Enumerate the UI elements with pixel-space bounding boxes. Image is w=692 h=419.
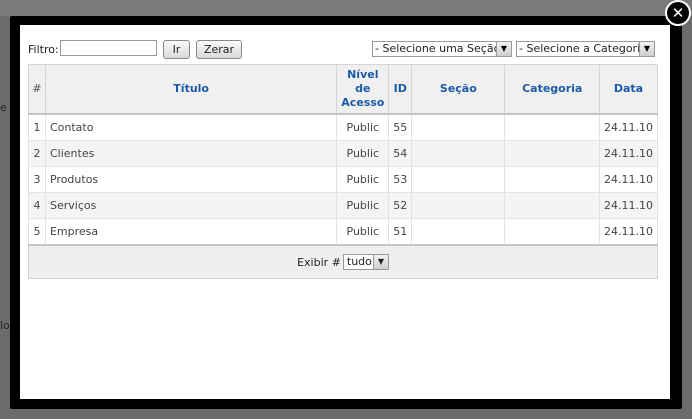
column-header-date[interactable]: Data <box>598 64 659 115</box>
table-footer-row: Exibir # tudo ▼ <box>28 244 658 279</box>
access-level: Public <box>336 166 390 193</box>
section-select-value: - Selecione uma Seção - <box>375 42 508 55</box>
article-id: 53 <box>388 166 413 193</box>
date-cell: 24.11.10 <box>598 140 659 167</box>
table-header-row: # Título Nível de Acesso ID Seção Catego… <box>28 64 659 115</box>
pagination-footer: Exibir # tudo ▼ <box>28 244 658 279</box>
article-id: 52 <box>388 192 413 219</box>
article-title-link[interactable]: Contato <box>44 113 338 141</box>
category-cell <box>504 140 600 167</box>
access-level: Public <box>336 218 390 246</box>
table-row: 2 Clientes Public 54 24.11.10 <box>28 140 659 167</box>
date-cell: 24.11.10 <box>598 166 659 193</box>
reset-button[interactable]: Zerar <box>196 40 242 59</box>
column-header-category[interactable]: Categoria <box>504 64 600 115</box>
chevron-down-icon: ▼ <box>372 255 388 269</box>
chevron-down-icon: ▼ <box>639 42 654 56</box>
category-cell <box>504 218 600 246</box>
table-row: 1 Contato Public 55 24.11.10 <box>28 113 659 141</box>
article-id: 54 <box>388 140 413 167</box>
background-label: e <box>0 101 7 114</box>
filter-toolbar: Filtro: Ir Zerar - Selecione uma Seção -… <box>28 40 662 60</box>
table-row: 5 Empresa Public 51 24.11.10 <box>28 218 659 246</box>
filter-label: Filtro: <box>28 43 59 56</box>
background-page-strip <box>0 0 692 16</box>
access-level: Public <box>336 113 390 141</box>
column-header-id[interactable]: ID <box>388 64 413 115</box>
column-header-access[interactable]: Nível de Acesso <box>336 64 390 115</box>
date-cell: 24.11.10 <box>598 218 659 246</box>
date-cell: 24.11.10 <box>598 113 659 141</box>
category-select-value: - Selecione a Categoria - <box>519 42 655 55</box>
articles-table: # Título Nível de Acesso ID Seção Catego… <box>28 64 659 279</box>
row-number: 2 <box>28 140 46 167</box>
row-number: 5 <box>28 218 46 246</box>
display-limit-label: Exibir # <box>297 255 341 269</box>
table-row: 4 Serviços Public 52 24.11.10 <box>28 192 659 219</box>
section-cell <box>411 140 506 167</box>
row-number: 4 <box>28 192 46 219</box>
date-cell: 24.11.10 <box>598 192 659 219</box>
section-cell <box>411 218 506 246</box>
section-cell <box>411 113 506 141</box>
display-limit-select[interactable]: tudo ▼ <box>342 254 389 270</box>
section-select[interactable]: - Selecione uma Seção - ▼ <box>372 41 512 57</box>
category-cell <box>504 113 600 141</box>
category-select[interactable]: - Selecione a Categoria - ▼ <box>516 41 655 57</box>
row-number: 3 <box>28 166 46 193</box>
article-title-link[interactable]: Empresa <box>44 218 338 246</box>
section-cell <box>411 166 506 193</box>
article-id: 51 <box>388 218 413 246</box>
category-cell <box>504 166 600 193</box>
row-number: 1 <box>28 113 46 141</box>
chevron-down-icon: ▼ <box>496 42 511 56</box>
article-title-link[interactable]: Clientes <box>44 140 338 167</box>
article-id: 55 <box>388 113 413 141</box>
article-title-link[interactable]: Produtos <box>44 166 338 193</box>
column-header-num: # <box>28 64 46 115</box>
go-button[interactable]: Ir <box>163 40 190 59</box>
background-label: lo <box>0 319 10 332</box>
filter-input[interactable] <box>60 40 157 56</box>
table-row: 3 Produtos Public 53 24.11.10 <box>28 166 659 193</box>
access-level: Public <box>336 140 390 167</box>
section-cell <box>411 192 506 219</box>
column-header-title[interactable]: Título <box>44 64 338 115</box>
article-title-link[interactable]: Serviços <box>44 192 338 219</box>
article-select-modal: Filtro: Ir Zerar - Selecione uma Seção -… <box>20 25 670 399</box>
close-icon[interactable]: ✕ <box>665 0 691 26</box>
access-level: Public <box>336 192 390 219</box>
column-header-section[interactable]: Seção <box>411 64 506 115</box>
category-cell <box>504 192 600 219</box>
display-limit-value: tudo <box>346 255 372 268</box>
